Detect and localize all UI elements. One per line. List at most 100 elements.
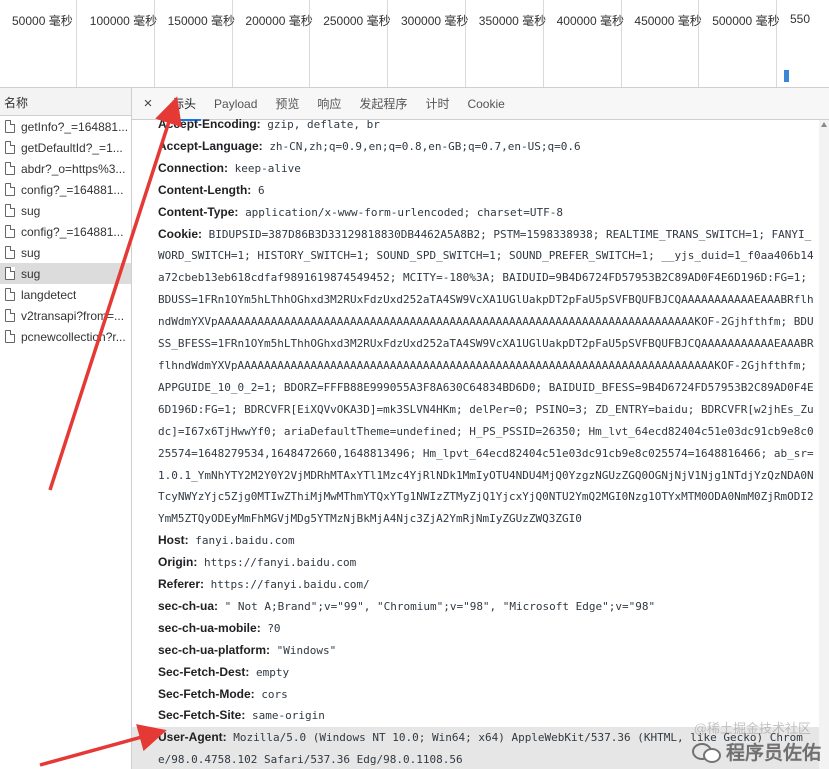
header-row: Accept-Language: zh-CN,zh;q=0.9,en;q=0.8… bbox=[158, 136, 815, 158]
header-row: Content-Type: application/x-www-form-url… bbox=[158, 202, 815, 224]
file-icon bbox=[5, 162, 15, 175]
header-row: Content-Length: 6 bbox=[158, 180, 815, 202]
request-item[interactable]: config?_=164881... bbox=[0, 221, 131, 242]
header-row: Referer: https://fanyi.baidu.com/ bbox=[158, 574, 815, 596]
timeline-gridline bbox=[76, 0, 77, 87]
file-icon bbox=[5, 267, 15, 280]
timeline-tick-label: 500000 毫秒 bbox=[712, 14, 780, 28]
request-item[interactable]: v2transapi?from=... bbox=[0, 305, 131, 326]
timeline-tick-label: 350000 毫秒 bbox=[478, 14, 547, 28]
request-item-label: v2transapi?from=... bbox=[21, 308, 125, 323]
request-item-label: config?_=164881... bbox=[21, 182, 124, 197]
header-row: sec-ch-ua-platform: "Windows" bbox=[158, 640, 815, 662]
timeline-tick-label: 250000 毫秒 bbox=[323, 14, 391, 28]
header-value: https://fanyi.baidu.com/ bbox=[210, 578, 370, 592]
request-item-label: getInfo?_=164881... bbox=[21, 119, 129, 134]
header-row: Sec-Fetch-Mode: cors bbox=[158, 684, 815, 706]
timeline-tick-label: 400000 毫秒 bbox=[556, 14, 624, 28]
header-name: Content-Type: bbox=[158, 204, 239, 219]
header-value: empty bbox=[255, 665, 290, 679]
header-name: sec-ch-ua-mobile: bbox=[158, 620, 261, 635]
header-row: sec-ch-ua: " Not A;Brand";v="99", "Chrom… bbox=[158, 596, 815, 618]
timeline-tick-label: 550 bbox=[790, 12, 811, 26]
watermark: 程序员佐佑 bbox=[691, 738, 821, 765]
header-name: Sec-Fetch-Site: bbox=[158, 708, 246, 723]
header-row: Accept-Encoding: gzip, deflate, br bbox=[158, 114, 815, 136]
request-detail-panel: × 标头 Payload 预览 响应 发起程序 计时 Cookie Accept-Encod… bbox=[132, 88, 829, 769]
file-icon bbox=[5, 141, 15, 154]
header-row: Origin: https://fanyi.baidu.com bbox=[158, 552, 815, 574]
request-item-label: config?_=164881... bbox=[21, 224, 124, 239]
header-row: Sec-Fetch-Dest: empty bbox=[158, 662, 815, 684]
request-item[interactable]: abdr?_o=https%3... bbox=[0, 158, 131, 179]
request-item-label: sug bbox=[21, 245, 41, 260]
header-value: keep-alive bbox=[234, 161, 301, 175]
request-item[interactable]: langdetect bbox=[0, 284, 131, 305]
timeline-request-bar bbox=[784, 70, 789, 82]
header-name: User-Agent: bbox=[158, 730, 227, 745]
timeline-tick-label: 450000 毫秒 bbox=[634, 14, 702, 28]
file-icon bbox=[5, 309, 15, 322]
header-value: "Windows" bbox=[276, 643, 337, 657]
header-value: BIDUPSID=387D86B3D33129818830DB4462A5A8B… bbox=[158, 227, 814, 526]
request-item[interactable]: getDefaultId?_=1... bbox=[0, 137, 131, 158]
request-item[interactable]: sug bbox=[0, 200, 131, 221]
header-value: ?0 bbox=[267, 621, 281, 635]
header-name: Cookie: bbox=[158, 226, 203, 241]
request-list-header[interactable]: 名称 bbox=[0, 88, 131, 116]
request-list: getInfo?_=164881... getDefaultId?_=1...ab… bbox=[0, 116, 131, 347]
header-name: Accept-Encoding: bbox=[158, 117, 261, 131]
header-name: Origin: bbox=[158, 555, 198, 570]
timeline-tick-label: 100000 毫秒 bbox=[89, 14, 158, 28]
header-name: Sec-Fetch-Mode: bbox=[158, 686, 255, 701]
request-item-label: sug bbox=[21, 266, 41, 281]
header-value: application/x-www-form-urlencoded; chars… bbox=[245, 205, 563, 219]
watermark-text: 程序员佐佑 bbox=[725, 743, 821, 764]
header-name: Host: bbox=[158, 533, 189, 548]
header-name: sec-ch-ua-platform: bbox=[158, 642, 271, 657]
header-value: same-origin bbox=[251, 709, 325, 723]
header-row: Cookie: BIDUPSID=387D86B3D33129818830DB4… bbox=[158, 224, 815, 531]
network-timeline[interactable]: 50000 毫秒 100000 毫秒 150000 毫秒 200000 毫秒 25000… bbox=[0, 0, 829, 88]
request-headers-list: Accept-Encoding: gzip, deflate, br Accept… bbox=[132, 114, 829, 769]
header-name: Referer: bbox=[158, 577, 205, 592]
header-name: Content-Length: bbox=[158, 182, 252, 197]
header-row: sec-ch-ua-mobile: ?0 bbox=[158, 618, 815, 640]
header-value: https://fanyi.baidu.com bbox=[203, 556, 357, 570]
file-icon bbox=[5, 183, 15, 196]
timeline-tick-label: 150000 毫秒 bbox=[167, 14, 235, 28]
header-value: zh-CN,zh;q=0.9,en;q=0.8,en-GB;q=0.7,en-U… bbox=[269, 139, 581, 153]
request-item[interactable]: config?_=164881... bbox=[0, 179, 131, 200]
header-name: Connection: bbox=[158, 160, 228, 175]
header-name: sec-ch-ua: bbox=[158, 598, 219, 613]
close-icon[interactable]: × bbox=[140, 95, 156, 112]
file-icon bbox=[5, 288, 15, 301]
request-item-label: abdr?_o=https%3... bbox=[21, 161, 126, 176]
header-value: 6 bbox=[257, 183, 265, 197]
detail-scrollbar[interactable] bbox=[819, 120, 829, 769]
header-value: " Not A;Brand";v="99", "Chromium";v="98"… bbox=[224, 599, 656, 613]
header-row: Host: fanyi.baidu.com bbox=[158, 530, 815, 552]
request-item-label: sug bbox=[21, 203, 41, 218]
request-item[interactable]: sug bbox=[0, 242, 131, 263]
file-icon bbox=[5, 204, 15, 217]
timeline-tick-label: 200000 毫秒 bbox=[245, 14, 313, 28]
scroll-up-icon[interactable] bbox=[821, 122, 827, 127]
file-icon bbox=[5, 246, 15, 259]
file-icon bbox=[5, 225, 15, 238]
request-item[interactable]: getInfo?_=164881... bbox=[0, 116, 131, 137]
request-item[interactable]: sug bbox=[0, 263, 131, 284]
header-name: Accept-Language: bbox=[158, 138, 263, 153]
header-row: Connection: keep-alive bbox=[158, 158, 815, 180]
header-value: fanyi.baidu.com bbox=[195, 534, 295, 548]
file-icon bbox=[5, 330, 15, 343]
request-item-label: pcnewcollection?r... bbox=[21, 329, 126, 344]
file-icon bbox=[5, 120, 15, 133]
header-name: Sec-Fetch-Dest: bbox=[158, 664, 250, 679]
timeline-tick-label: 300000 毫秒 bbox=[401, 14, 469, 28]
header-value: gzip, deflate, br bbox=[267, 118, 380, 131]
request-item[interactable]: pcnewcollection?r... bbox=[0, 326, 131, 347]
request-item-label: getDefaultId?_=1... bbox=[21, 140, 123, 155]
watermark-faint: @稀土掘金技术社区 bbox=[693, 721, 811, 736]
header-value: cors bbox=[261, 687, 288, 701]
